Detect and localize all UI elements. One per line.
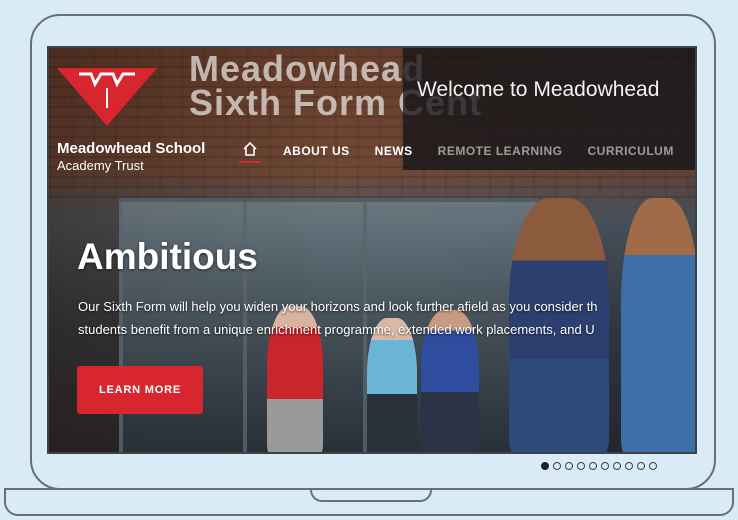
main-nav: ABOUT US NEWS REMOTE LEARNING CURRICULUM: [239, 139, 695, 163]
website-screen: Meadowhead Sixth Form Cent Welcome to Me…: [47, 46, 697, 454]
nav-item-news[interactable]: NEWS: [375, 144, 413, 158]
carousel-dot[interactable]: [553, 462, 561, 470]
carousel-dot[interactable]: [589, 462, 597, 470]
nav-home[interactable]: [239, 139, 261, 163]
carousel-dot[interactable]: [541, 462, 549, 470]
carousel-dot[interactable]: [565, 462, 573, 470]
brand-subtitle: Academy Trust: [57, 158, 144, 173]
carousel-dot[interactable]: [613, 462, 621, 470]
carousel-dot[interactable]: [625, 462, 633, 470]
laptop-notch: [310, 490, 432, 502]
carousel-dot[interactable]: [601, 462, 609, 470]
carousel-dot[interactable]: [637, 462, 645, 470]
nav-item-remote-learning[interactable]: REMOTE LEARNING: [438, 144, 563, 158]
carousel-dot[interactable]: [649, 462, 657, 470]
meadowhead-logo-icon[interactable]: [57, 68, 157, 128]
carousel-dot[interactable]: [577, 462, 585, 470]
welcome-text: Welcome to Meadowhead: [417, 78, 660, 101]
hero-description-line-2: students benefit from a unique enrichmen…: [78, 322, 595, 337]
home-icon: [243, 141, 257, 156]
learn-more-button[interactable]: LEARN MORE: [77, 366, 203, 414]
student-figure: [621, 198, 695, 452]
carousel-dots: [541, 462, 657, 470]
hero-title: Ambitious: [77, 236, 258, 277]
nav-item-curriculum[interactable]: CURRICULUM: [588, 144, 674, 158]
student-figure: [367, 318, 417, 452]
hero-description-line-1: Our Sixth Form will help you widen your …: [78, 299, 598, 314]
brand-name[interactable]: Meadowhead School: [57, 140, 205, 157]
nav-item-about-us[interactable]: ABOUT US: [283, 144, 350, 158]
